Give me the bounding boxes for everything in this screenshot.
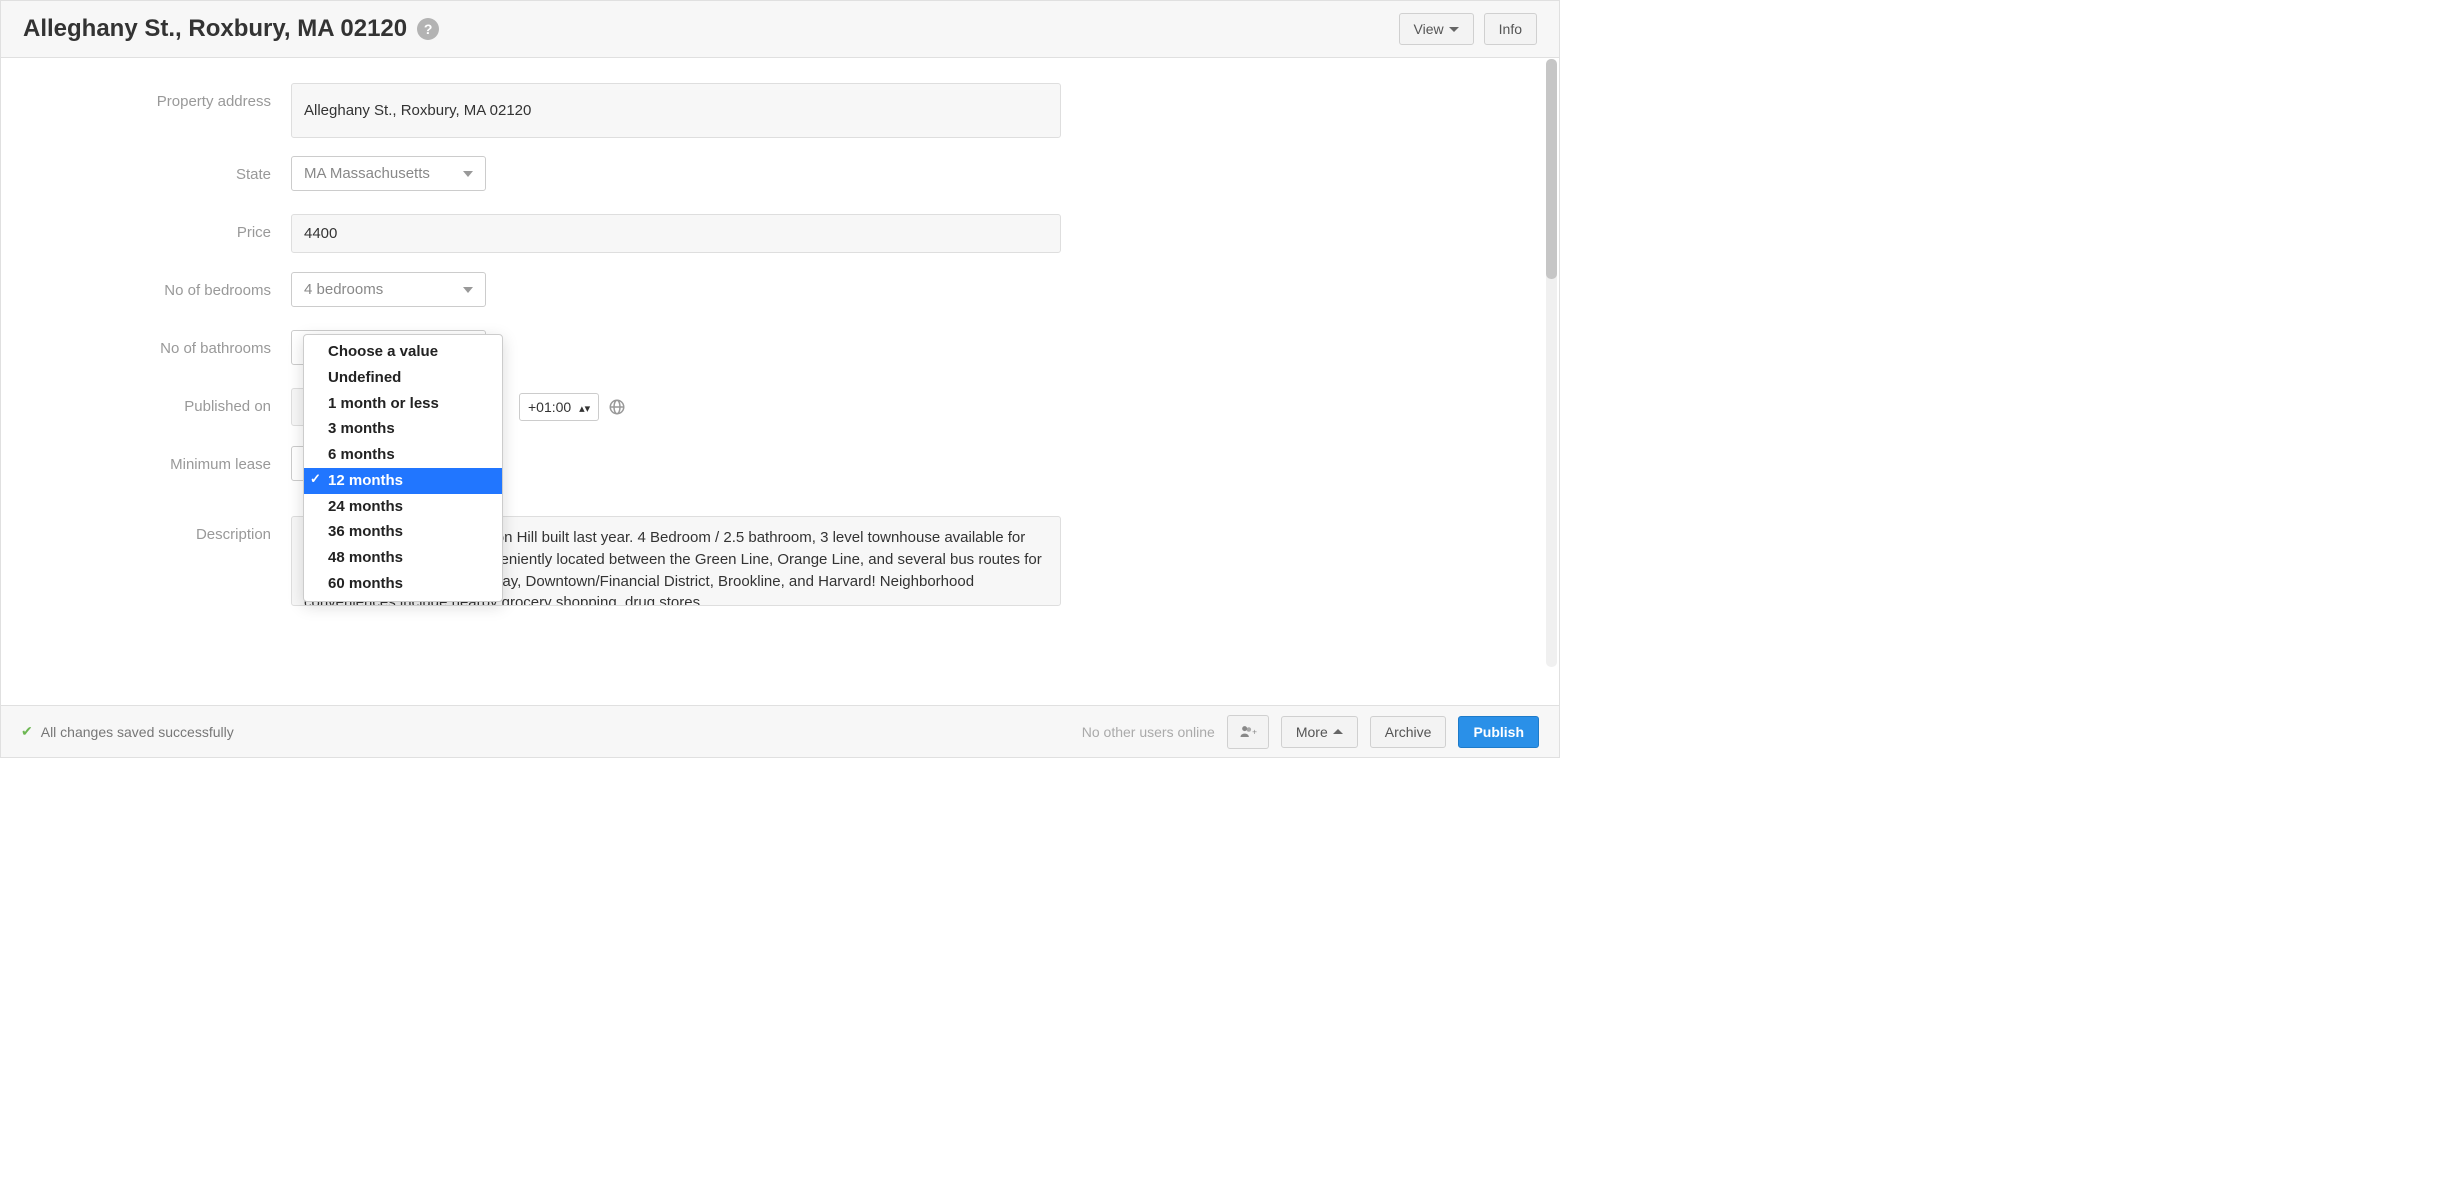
archive-button[interactable]: Archive <box>1370 716 1447 748</box>
label-published: Published on <box>1 388 291 415</box>
row-minimum-lease: Minimum lease <box>1 446 1061 486</box>
chevron-down-icon <box>463 287 473 293</box>
row-bedrooms: No of bedrooms 4 bedrooms <box>1 272 1061 312</box>
save-status: ✔ All changes saved successfully <box>21 723 234 740</box>
property-address-input[interactable] <box>291 83 1061 138</box>
archive-label: Archive <box>1385 724 1432 740</box>
timezone-select[interactable]: +01:00 ▴▾ <box>519 393 599 421</box>
chevron-up-icon <box>1333 729 1343 734</box>
minimum-lease-dropdown: Choose a valueUndefined1 month or less3 … <box>303 334 503 602</box>
row-state: State MA Massachusetts <box>1 156 1061 196</box>
dropdown-option[interactable]: 48 months <box>304 545 502 571</box>
save-status-text: All changes saved successfully <box>41 724 234 740</box>
help-icon[interactable]: ? <box>417 18 439 40</box>
dropdown-option[interactable]: 24 months <box>304 494 502 520</box>
row-published: Published on 00: 34 +01:00 ▴▾ <box>1 388 1061 428</box>
label-price: Price <box>1 214 291 241</box>
row-description: Description Gorgeous apartment in Missio… <box>1 516 1061 606</box>
tz-value: +01:00 <box>528 399 571 415</box>
info-label: Info <box>1499 21 1522 37</box>
check-icon: ✔ <box>21 723 33 740</box>
chevron-down-icon <box>1449 27 1459 32</box>
page-footer: ✔ All changes saved successfully No othe… <box>1 705 1559 757</box>
footer-actions: No other users online + More Archive Pub… <box>1082 715 1539 749</box>
row-price: Price <box>1 214 1061 254</box>
state-select[interactable]: MA Massachusetts <box>291 156 486 191</box>
scrollbar[interactable] <box>1546 59 1557 667</box>
dropdown-option[interactable]: 36 months <box>304 519 502 545</box>
add-user-button[interactable]: + <box>1227 715 1269 749</box>
dropdown-option[interactable]: 6 months <box>304 442 502 468</box>
property-form: Property address State MA Massachusetts … <box>1 83 1061 606</box>
label-description: Description <box>1 516 291 543</box>
dropdown-option[interactable]: 12 months <box>304 468 502 494</box>
chevron-down-icon <box>463 171 473 177</box>
publish-label: Publish <box>1473 724 1524 740</box>
label-bathrooms: No of bathrooms <box>1 330 291 357</box>
publish-button[interactable]: Publish <box>1458 716 1539 748</box>
header-actions: View Info <box>1399 13 1537 45</box>
editor-page: Alleghany St., Roxbury, MA 02120 ? View … <box>0 0 1560 758</box>
label-minimum-lease: Minimum lease <box>1 446 291 473</box>
state-value: MA Massachusetts <box>304 165 430 182</box>
page-title: Alleghany St., Roxbury, MA 02120 <box>23 15 407 43</box>
dropdown-option[interactable]: Undefined <box>304 365 502 391</box>
info-button[interactable]: Info <box>1484 13 1537 45</box>
scrollbar-thumb[interactable] <box>1546 59 1557 279</box>
view-label: View <box>1414 21 1444 37</box>
page-header: Alleghany St., Roxbury, MA 02120 ? View … <box>1 1 1559 58</box>
bedrooms-value: 4 bedrooms <box>304 281 383 298</box>
dropdown-option[interactable]: 60 months <box>304 571 502 597</box>
label-property-address: Property address <box>1 83 291 110</box>
label-bedrooms: No of bedrooms <box>1 272 291 299</box>
users-online-text: No other users online <box>1082 724 1215 740</box>
more-button[interactable]: More <box>1281 716 1358 748</box>
row-property-address: Property address <box>1 83 1061 138</box>
globe-icon <box>607 397 627 417</box>
bedrooms-select[interactable]: 4 bedrooms <box>291 272 486 307</box>
svg-text:+: + <box>1252 726 1257 736</box>
more-label: More <box>1296 724 1328 740</box>
dropdown-option[interactable]: 1 month or less <box>304 391 502 417</box>
row-bathrooms: No of bathrooms 2.5 bathrooms <box>1 330 1061 370</box>
view-button[interactable]: View <box>1399 13 1474 45</box>
dropdown-option[interactable]: Choose a value <box>304 339 502 365</box>
dropdown-option[interactable]: 3 months <box>304 416 502 442</box>
users-plus-icon: + <box>1238 722 1258 742</box>
title-group: Alleghany St., Roxbury, MA 02120 ? <box>23 15 439 43</box>
label-state: State <box>1 156 291 183</box>
price-input[interactable] <box>291 214 1061 253</box>
form-content: Property address State MA Massachusetts … <box>1 58 1559 666</box>
